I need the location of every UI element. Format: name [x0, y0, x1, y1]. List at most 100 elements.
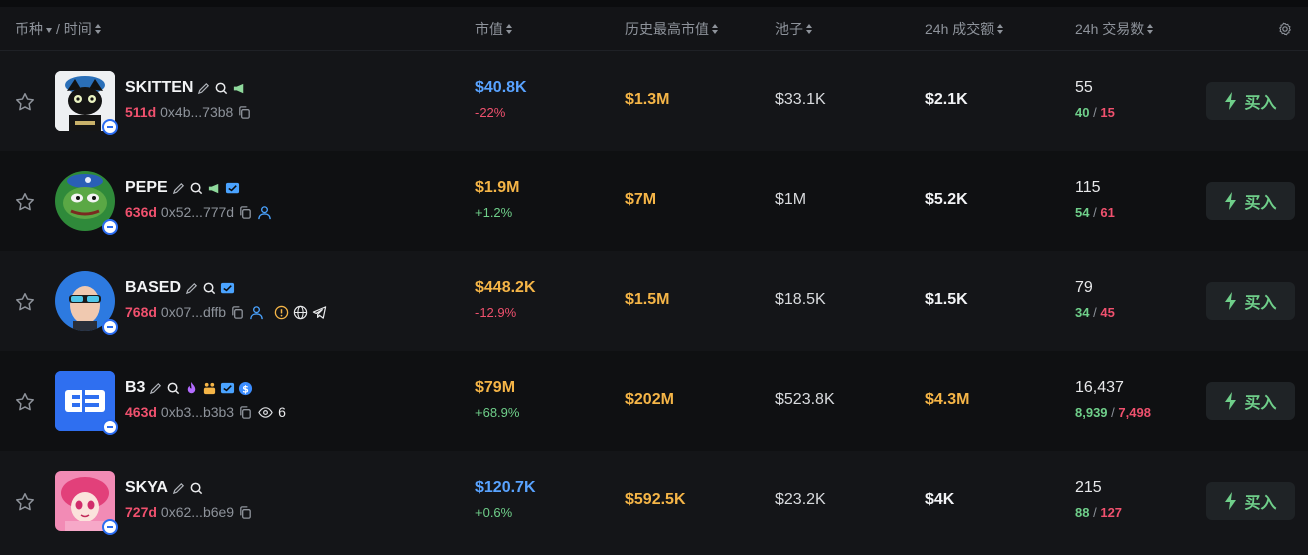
- copy-icon[interactable]: [238, 405, 253, 420]
- copy-icon[interactable]: [237, 105, 252, 120]
- volume-header[interactable]: 24h 成交额: [925, 7, 1004, 51]
- fire-icon[interactable]: [184, 381, 199, 396]
- sell-count: 61: [1100, 205, 1115, 220]
- table-row[interactable]: PEPE 636d 0x52...777d $1.9M +1.2% $7M $1…: [0, 151, 1308, 251]
- user-icon[interactable]: [257, 205, 272, 220]
- chain-badge: [102, 519, 118, 535]
- token-age: 511d: [125, 104, 157, 120]
- token-name[interactable]: B3: [125, 379, 145, 397]
- table-row[interactable]: BASED 768d 0x07...dffb $448.2K -12.9% $1…: [0, 251, 1308, 351]
- megaphone-icon[interactable]: [207, 181, 222, 196]
- txs-count: 115: [1075, 179, 1101, 196]
- sort-icon: [806, 24, 812, 35]
- slash: /: [1111, 405, 1115, 420]
- sort-icon: [1147, 24, 1154, 35]
- search-icon[interactable]: [189, 481, 204, 496]
- txs-header[interactable]: 24h 交易数: [1075, 7, 1154, 51]
- pencil-icon[interactable]: [184, 281, 199, 296]
- txs-count: 16,437: [1075, 379, 1124, 396]
- globe-icon[interactable]: [293, 305, 308, 320]
- team-icon[interactable]: [202, 381, 217, 396]
- star-icon[interactable]: [14, 391, 36, 413]
- verified-icon[interactable]: [220, 381, 235, 396]
- caret-down-icon: [46, 27, 52, 33]
- verified-icon[interactable]: [225, 181, 240, 196]
- contract-address: 0xb3...b3b3: [160, 404, 235, 420]
- pencil-icon[interactable]: [196, 81, 211, 96]
- telegram-icon[interactable]: [312, 305, 327, 320]
- buy-button[interactable]: 买入: [1206, 382, 1295, 420]
- buy-button[interactable]: 买入: [1206, 282, 1295, 320]
- volume-24h: $2.1K: [925, 91, 968, 108]
- contract-address: 0x07...dffb: [160, 304, 227, 320]
- slash: /: [1093, 105, 1097, 120]
- market-cap-header-label: 市值: [475, 21, 503, 37]
- search-icon[interactable]: [202, 281, 217, 296]
- lightning-icon: [1225, 292, 1237, 310]
- lightning-icon: [1225, 192, 1237, 210]
- table-row[interactable]: SKITTEN 511d 0x4b...73b8 $40.8K -22% $1.…: [0, 51, 1308, 151]
- token-name[interactable]: PEPE: [125, 179, 168, 197]
- buy-count: 34: [1075, 305, 1090, 320]
- txs-count: 79: [1075, 279, 1093, 296]
- sell-count: 7,498: [1118, 405, 1151, 420]
- dollar-coin-icon[interactable]: $: [238, 381, 253, 396]
- star-icon[interactable]: [14, 191, 36, 213]
- buy-button[interactable]: 买入: [1206, 482, 1295, 520]
- pool-header-label: 池子: [775, 21, 803, 37]
- warning-icon[interactable]: [274, 305, 289, 320]
- pool-header[interactable]: 池子: [775, 7, 812, 51]
- volume-24h: $5.2K: [925, 191, 968, 208]
- copy-icon[interactable]: [238, 205, 253, 220]
- sell-count: 45: [1100, 305, 1115, 320]
- pool-liquidity: $23.2K: [775, 491, 826, 508]
- star-icon[interactable]: [14, 491, 36, 513]
- copy-icon[interactable]: [230, 305, 245, 320]
- buy-label: 买入: [1244, 295, 1277, 312]
- sort-icon: [712, 24, 718, 35]
- top-strip: [0, 0, 1308, 7]
- search-icon[interactable]: [214, 81, 229, 96]
- buy-button[interactable]: 买入: [1206, 82, 1295, 120]
- search-icon[interactable]: [166, 381, 181, 396]
- token-name[interactable]: SKYA: [125, 479, 168, 497]
- star-icon[interactable]: [14, 91, 36, 113]
- pencil-icon[interactable]: [171, 181, 186, 196]
- volume-header-label: 24h 成交额: [925, 21, 995, 37]
- token-name[interactable]: BASED: [125, 279, 181, 297]
- buy-count: 40: [1075, 105, 1090, 120]
- contract-address: 0x52...777d: [160, 204, 235, 220]
- slash: /: [1093, 205, 1097, 220]
- buy-count: 8,939: [1075, 405, 1108, 420]
- volume-24h: $4K: [925, 491, 955, 508]
- table-row[interactable]: B3 $ 463d 0xb3...b3b3 6 $79M +68.9% $202…: [0, 351, 1308, 451]
- watchers-count: 6: [278, 404, 286, 420]
- megaphone-icon[interactable]: [232, 81, 247, 96]
- token-time-header[interactable]: 币种 / 时间: [15, 7, 101, 51]
- pencil-icon[interactable]: [148, 381, 163, 396]
- table-row[interactable]: SKYA 727d 0x62...b6e9 $120.7K +0.6% $592…: [0, 451, 1308, 555]
- ath-header[interactable]: 历史最高市值: [625, 7, 718, 51]
- gear-icon[interactable]: [1278, 22, 1292, 36]
- market-cap-header[interactable]: 市值: [475, 7, 512, 51]
- pencil-icon[interactable]: [171, 481, 186, 496]
- eye-icon: [258, 406, 273, 418]
- user-icon[interactable]: [249, 305, 264, 320]
- volume-24h: $1.5K: [925, 291, 968, 308]
- price-change: -22%: [475, 105, 506, 120]
- star-icon[interactable]: [14, 291, 36, 313]
- token-name[interactable]: SKITTEN: [125, 79, 193, 97]
- search-icon[interactable]: [189, 181, 204, 196]
- copy-icon[interactable]: [238, 505, 253, 520]
- buy-button[interactable]: 买入: [1206, 182, 1295, 220]
- token-header-label: 币种: [15, 21, 43, 37]
- txs-header-label: 24h 交易数: [1075, 21, 1145, 37]
- verified-icon[interactable]: [220, 281, 235, 296]
- sort-icon: [997, 24, 1004, 35]
- pool-liquidity: $18.5K: [775, 291, 826, 308]
- txs-count: 215: [1075, 479, 1102, 496]
- ath-market-cap: $202M: [625, 391, 674, 408]
- lightning-icon: [1225, 392, 1237, 410]
- table-header: 币种 / 时间 市值 历史最高市值 池子 24h 成交额 24h 交易数: [0, 7, 1308, 51]
- pool-liquidity: $33.1K: [775, 91, 826, 108]
